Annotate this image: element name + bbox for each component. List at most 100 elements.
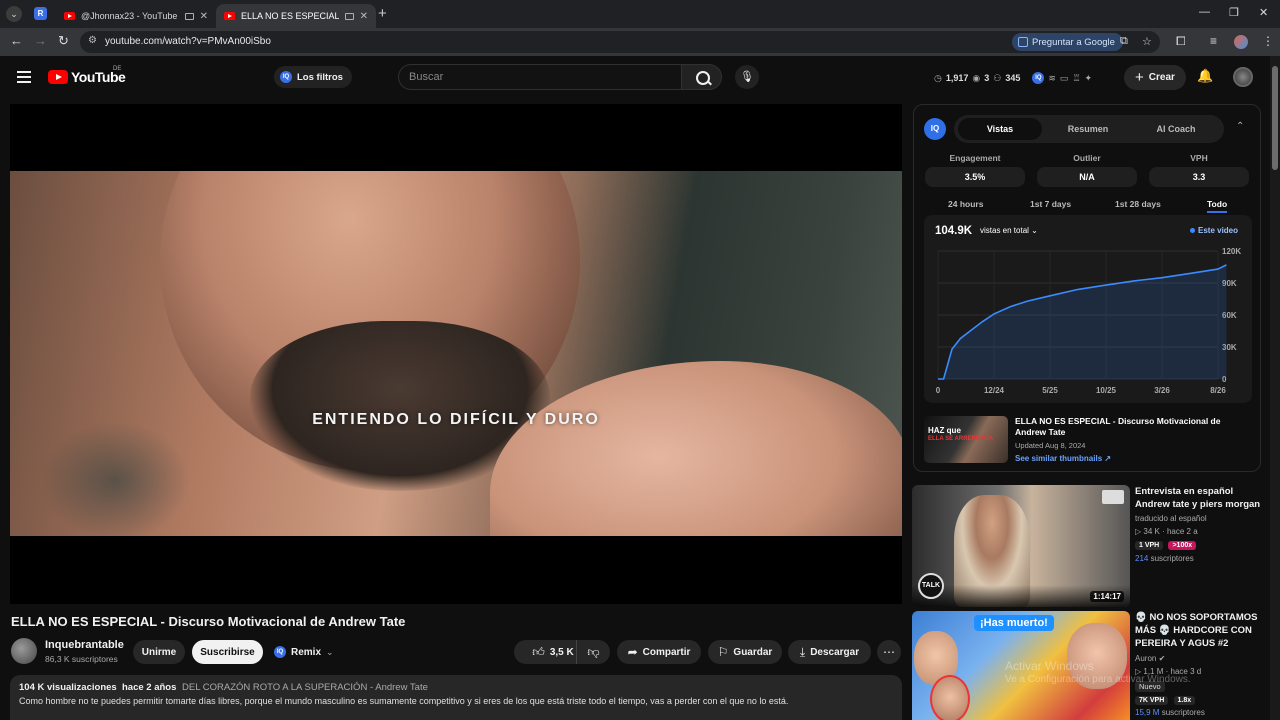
browser-menu-icon[interactable]: ⋮ <box>1262 34 1274 48</box>
thumbs-up-icon: 👍︎ <box>532 644 545 659</box>
x-tick-label: 12/24 <box>984 386 1005 395</box>
related-video[interactable]: TALK 1:14:17 Entrevista en español Andre… <box>912 485 1272 607</box>
close-tab-icon[interactable]: ✕ <box>200 11 208 22</box>
forward-icon[interactable]: → <box>34 33 47 48</box>
install-icon[interactable]: ⧉ <box>1120 35 1128 48</box>
tab-vistas[interactable]: Vistas <box>958 118 1042 140</box>
metric-label: Outlier <box>1073 153 1101 163</box>
microphone-icon[interactable]: 🎙 <box>735 65 759 89</box>
ask-google-button[interactable]: Preguntar a Google <box>1012 33 1123 51</box>
cast-icon <box>184 12 194 20</box>
minimize-icon[interactable]: — <box>1199 6 1210 18</box>
download-button[interactable]: ⤓ Descargar <box>788 640 871 664</box>
share-button[interactable]: ➦ Compartir <box>617 640 701 664</box>
stat-value: 1,917 <box>945 73 969 83</box>
search-input[interactable]: Buscar <box>398 64 682 90</box>
thumbnail-video-title: ELLA NO ES ESPECIAL - Discurso Motivacio… <box>1015 416 1221 437</box>
close-tab-icon[interactable]: ✕ <box>360 11 368 22</box>
thumbs-down-icon: 👎︎ <box>587 644 600 659</box>
related-video-channel[interactable]: traducido al español <box>1135 514 1207 523</box>
remix-button[interactable]: IQ Remix ⌄ <box>270 640 339 664</box>
account-avatar[interactable] <box>1233 67 1253 87</box>
range-7-days[interactable]: 1st 7 days <box>1030 199 1071 209</box>
subs-count: 15,9 M <box>1135 708 1160 717</box>
x-tick-label: 10/25 <box>1096 386 1117 395</box>
iq-icon[interactable]: IQ <box>1032 72 1045 84</box>
create-button[interactable]: + Crear <box>1124 65 1186 90</box>
outlier-badge: >100x <box>1168 541 1197 550</box>
metric-value: 3.3 <box>1149 167 1249 187</box>
range-24-hours[interactable]: 24 hours <box>948 199 983 209</box>
extensions-icon[interactable]: ⧠ <box>1176 34 1186 49</box>
tab-ai-coach[interactable]: AI Coach <box>1134 118 1218 140</box>
trophy-icon[interactable]: ♖ <box>1072 73 1080 84</box>
thumbnail-updated-date: Updated Aug 8, 2024 <box>1015 441 1086 450</box>
filters-button[interactable]: IQ Los filtros <box>274 66 352 88</box>
view-count: 104 K visualizaciones <box>19 682 117 693</box>
thumbnail-subtext: ELLA SE ARREPIENTA <box>928 436 994 442</box>
video-person-tattoo <box>40 421 190 536</box>
stat-value: 3 <box>984 73 990 83</box>
page-scrollbar[interactable] <box>1270 56 1280 720</box>
related-video-title[interactable]: 💀 NO NOS SOPORTAMOS MÁS 💀 HARDCORE CON P… <box>1135 611 1265 650</box>
range-28-days[interactable]: 1st 28 days <box>1115 199 1161 209</box>
range-all[interactable]: Todo <box>1207 199 1228 213</box>
subscribe-button[interactable]: Suscribirse <box>192 640 263 664</box>
address-bar[interactable]: ⚙ youtube.com/watch?v=PMvAn00iSbo Pregun… <box>80 31 1160 53</box>
video-title: ELLA NO ES ESPECIAL - Discurso Motivacio… <box>11 614 406 629</box>
maximize-icon[interactable]: ❐ <box>1229 6 1239 19</box>
related-video-title[interactable]: Entrevista en español Andrew tate y pier… <box>1135 485 1265 511</box>
remix-label: Remix <box>291 646 322 658</box>
reading-list-icon[interactable]: ≡ <box>1210 34 1217 48</box>
cast-icon <box>344 12 354 20</box>
legend-dot-icon <box>1190 228 1195 234</box>
upload-age: hace 2 a <box>1166 527 1198 536</box>
browser-toolbar: ← → ↻ ⚙ youtube.com/watch?v=PMvAn00iSbo … <box>0 28 1280 56</box>
clock-icon: ◷ <box>934 72 942 83</box>
iq-icon: IQ <box>280 71 292 83</box>
reload-icon[interactable]: ↻ <box>58 33 69 49</box>
chevron-down-icon: ⌄ <box>326 646 334 657</box>
channel-name[interactable]: Inquebrantable <box>45 639 124 651</box>
site-info-icon[interactable]: ⚙ <box>88 35 97 46</box>
views-dropdown[interactable]: vistas en total ⌄ <box>980 226 1038 235</box>
save-button[interactable]: ⚐ Guardar <box>708 640 782 664</box>
video-thumbnail[interactable]: HAZ que ELLA SE ARREPIENTA <box>924 416 1008 463</box>
tab-resumen[interactable]: Resumen <box>1046 118 1130 140</box>
menu-icon[interactable] <box>17 71 31 83</box>
back-icon[interactable]: ← <box>10 33 23 48</box>
collapse-icon[interactable]: ⌃ <box>1236 121 1244 132</box>
browser-profile-avatar[interactable] <box>1234 35 1248 49</box>
scrollbar-thumb[interactable] <box>1272 66 1278 170</box>
video-player[interactable]: ENTIENDO LO DIFÍCIL Y DURO <box>10 104 902 604</box>
subs-count: 214 <box>1135 554 1149 563</box>
profile-badge[interactable]: R <box>34 7 47 20</box>
tab-search-button[interactable]: ⌄ <box>6 6 22 22</box>
close-window-icon[interactable]: ✕ <box>1259 6 1268 19</box>
browser-tab-video[interactable]: ELLA NO ES ESPECIAL - Discurso ✕ <box>216 4 376 28</box>
browser-tab-channel[interactable]: @Jhonnax23 - YouTube ✕ <box>56 4 216 28</box>
video-person-shoulder <box>490 361 902 536</box>
vidiq-logo: IQ <box>924 118 946 140</box>
join-button[interactable]: Unirme <box>133 640 185 664</box>
search-button[interactable] <box>681 64 722 90</box>
filter-icon[interactable]: ≋ <box>1048 73 1056 84</box>
google-lens-icon <box>1018 37 1028 47</box>
related-video-thumbnail[interactable]: TALK 1:14:17 <box>912 485 1130 607</box>
eye-icon: ◉ <box>972 72 981 83</box>
bookmark-star-icon[interactable]: ☆ <box>1142 35 1152 48</box>
url-text[interactable]: youtube.com/watch?v=PMvAn00iSbo <box>105 36 271 47</box>
y-tick-label: 120K <box>1222 247 1241 256</box>
description-box[interactable]: 104 K visualizaciones hace 2 años DEL CO… <box>10 675 902 720</box>
new-tab-button[interactable]: + <box>378 5 387 22</box>
notifications-bell-icon[interactable]: 🔔 <box>1197 68 1213 84</box>
like-count: 3,5 K <box>549 646 574 658</box>
similar-thumbnails-link[interactable]: See similar thumbnails ↗ <box>1015 454 1111 463</box>
dislike-button[interactable]: 👎︎ <box>576 640 610 664</box>
channel-avatar[interactable] <box>11 638 37 664</box>
download-icon: ⤓ <box>799 644 806 659</box>
copy-icon[interactable]: ▭ <box>1060 73 1069 84</box>
x-tick-label: 0 <box>936 386 941 395</box>
more-actions-button[interactable]: ⋯ <box>877 640 901 664</box>
sparkle-icon[interactable]: ✦ <box>1085 73 1093 84</box>
